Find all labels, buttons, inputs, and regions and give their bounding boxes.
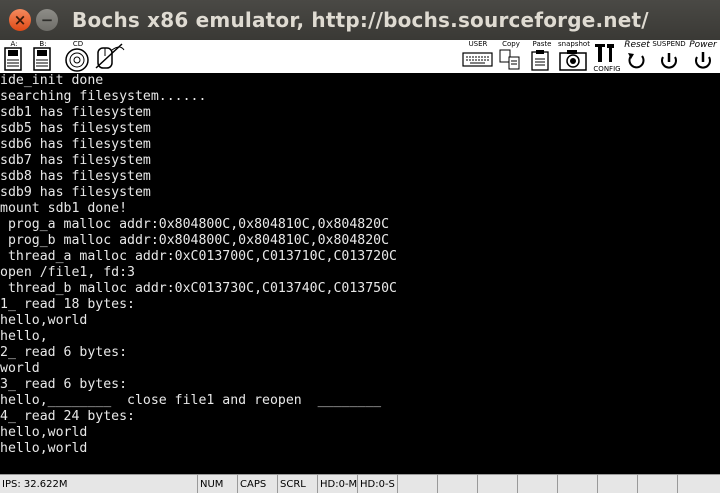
console-line: hello,world <box>0 313 88 328</box>
floppy-icon <box>33 47 51 71</box>
paste-button[interactable]: Paste <box>529 40 555 73</box>
cdrom-icon <box>65 48 89 72</box>
floppy-b-button[interactable]: B: <box>32 40 54 73</box>
user-label: USER <box>468 40 488 48</box>
user-button[interactable]: USER <box>462 40 494 73</box>
console-line: 4_ read 24 bytes: <box>0 409 135 424</box>
suspend-button[interactable]: SUSPEND <box>652 40 686 73</box>
close-icon: × <box>13 10 27 29</box>
reset-button[interactable]: Reset <box>622 40 652 73</box>
console-line: hello,________ close file1 and reopen __… <box>0 393 382 408</box>
console-line: sdb8 has filesystem <box>0 169 151 184</box>
status-cell <box>518 475 558 493</box>
status-bar: IPS: 32.622M NUM CAPS SCRL HD:0-M HD:0-S <box>0 474 720 493</box>
config-tools-icon <box>595 44 614 62</box>
console-line: 1_ read 18 bytes: <box>0 297 135 312</box>
console-line: prog_b malloc addr:0x804800C,0x804810C,0… <box>0 233 390 248</box>
status-cell <box>638 475 678 493</box>
console-line: sdb9 has filesystem <box>0 185 151 200</box>
num-lock-indicator: NUM <box>198 475 238 493</box>
suspend-icon <box>661 53 677 69</box>
minimize-button[interactable]: − <box>36 9 58 31</box>
snapshot-button[interactable]: snapshot <box>557 40 591 73</box>
floppy-a-button[interactable]: A: <box>3 40 25 73</box>
paste-label: Paste <box>532 40 552 48</box>
console-line: sdb6 has filesystem <box>0 137 151 152</box>
status-cell <box>558 475 598 493</box>
status-cell <box>678 475 720 493</box>
scroll-lock-indicator: SCRL <box>278 475 318 493</box>
console-line: mount sdb1 done! <box>0 201 128 216</box>
window-title: Bochs x86 emulator, http://bochs.sourcef… <box>72 8 649 32</box>
console-line: 3_ read 6 bytes: <box>0 377 128 392</box>
status-cell <box>438 475 478 493</box>
hd-master-indicator: HD:0-M <box>318 475 358 493</box>
floppy-icon <box>4 47 22 71</box>
console-line: searching filesystem...... <box>0 89 207 104</box>
copy-button[interactable]: Copy <box>498 40 524 73</box>
status-cell <box>598 475 638 493</box>
hd-slave-indicator: HD:0-S <box>358 475 398 493</box>
ips-indicator: IPS: 32.622M <box>0 475 198 493</box>
console-line: thread_b malloc addr:0xC013730C,C013740C… <box>0 281 397 296</box>
copy-icon <box>499 49 520 70</box>
power-icon <box>695 52 711 69</box>
console-line: open /file1, fd:3 <box>0 265 135 280</box>
console-line: hello,world <box>0 425 88 440</box>
title-bar[interactable]: × − Bochs x86 emulator, http://bochs.sou… <box>0 0 720 40</box>
bochs-window: × − Bochs x86 emulator, http://bochs.sou… <box>0 0 720 493</box>
toolbar: A: B: CD USER Copy Paste snapshot CONFIG… <box>0 40 720 74</box>
camera-icon <box>559 50 587 71</box>
console-line: 2_ read 6 bytes: <box>0 345 128 360</box>
mouse-icon <box>95 43 125 69</box>
caps-lock-indicator: CAPS <box>238 475 278 493</box>
reset-icon <box>628 53 645 69</box>
vga-console-screen[interactable]: ide_init done searching filesystem......… <box>0 73 720 474</box>
console-line: hello, <box>0 329 48 344</box>
console-line: prog_a malloc addr:0x804800C,0x804810C,0… <box>0 217 390 232</box>
suspend-label: SUSPEND <box>652 40 686 48</box>
power-button[interactable]: Power <box>686 40 720 73</box>
console-line: thread_a malloc addr:0xC013700C,C013710C… <box>0 249 397 264</box>
mouse-capture-button[interactable] <box>94 40 126 73</box>
console-line: ide_init done <box>0 73 104 88</box>
copy-label: Copy <box>502 40 520 48</box>
power-label: Power <box>689 40 717 50</box>
console-line: sdb5 has filesystem <box>0 121 151 136</box>
console-line: world <box>0 361 40 376</box>
status-cell <box>398 475 438 493</box>
cdrom-button[interactable]: CD <box>64 40 92 73</box>
status-cell <box>478 475 518 493</box>
console-line: sdb7 has filesystem <box>0 153 151 168</box>
console-line: hello,world <box>0 441 88 456</box>
paste-icon <box>531 50 549 71</box>
config-button[interactable]: CONFIG <box>592 40 622 73</box>
console-line: sdb1 has filesystem <box>0 105 151 120</box>
config-label: CONFIG <box>593 65 621 73</box>
minimize-icon: − <box>40 10 54 29</box>
reset-label: Reset <box>624 40 650 50</box>
close-button[interactable]: × <box>9 9 31 31</box>
